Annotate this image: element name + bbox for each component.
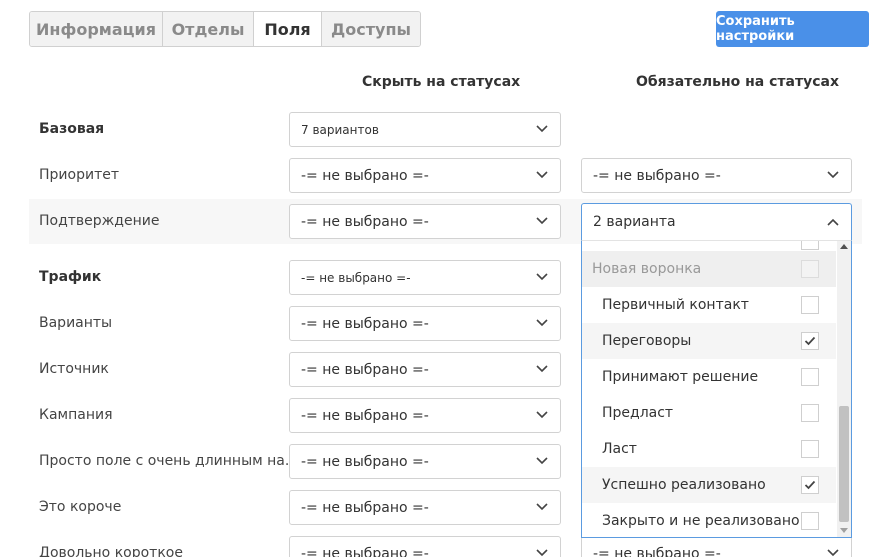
hide-select-rather-short[interactable]: -= не выбрано =- — [289, 536, 561, 557]
dropdown-option[interactable]: Предласт — [582, 395, 836, 431]
select-value: -= не выбрано =- — [301, 270, 411, 285]
dropdown-option-label: Первичный контакт — [602, 297, 749, 313]
chevron-down-icon — [536, 365, 548, 373]
dropdown-option[interactable]: Первичный контакт — [582, 287, 836, 323]
select-value: -= не выбрано =- — [301, 361, 429, 378]
checkbox[interactable] — [801, 368, 819, 386]
hide-select-basic[interactable]: 7 вариантов — [289, 112, 561, 147]
dropdown-option-label: Закрыто и не реализовано — [602, 513, 800, 529]
hide-select-variants[interactable]: -= не выбрано =- — [289, 306, 561, 341]
hide-select-traffic[interactable]: -= не выбрано =- — [289, 260, 561, 295]
field-label-long-name: Просто поле с очень длинным на... — [39, 453, 299, 469]
chevron-down-icon — [827, 171, 839, 179]
save-settings-button[interactable]: Сохранить настройки — [716, 11, 869, 47]
select-value: -= не выбрано =- — [301, 315, 429, 332]
select-value: -= не выбрано =- — [593, 545, 721, 557]
dropdown-option-label: Предласт — [602, 405, 674, 421]
hide-select-shorter[interactable]: -= не выбрано =- — [289, 490, 561, 525]
column-header-hide: Скрыть на статусах — [362, 74, 521, 90]
checkmark-icon — [804, 336, 816, 346]
dropdown-option[interactable]: Принимают решение — [582, 359, 836, 395]
tab-information[interactable]: Информация — [30, 12, 163, 46]
dropdown-group-header: Новая воронка — [582, 251, 836, 287]
select-value: -= не выбрано =- — [301, 453, 429, 470]
select-value: -= не выбрано =- — [301, 545, 429, 557]
field-label-source: Источник — [39, 361, 109, 377]
chevron-down-icon — [536, 125, 548, 133]
chevron-down-icon — [536, 217, 548, 225]
tab-bar: Информация Отделы Поля Доступы — [29, 11, 421, 47]
tab-fields[interactable]: Поля — [254, 12, 322, 46]
chevron-down-icon — [536, 171, 548, 179]
field-label-priority: Приоритет — [39, 167, 119, 183]
field-label-shorter: Это короче — [39, 499, 122, 515]
chevron-down-icon — [536, 411, 548, 419]
select-value: 7 вариантов — [301, 122, 379, 137]
required-select-confirmation[interactable]: 2 варианта — [581, 203, 852, 240]
tab-departments[interactable]: Отделы — [163, 12, 254, 46]
chevron-down-icon — [536, 273, 548, 281]
dropdown-scrollbar[interactable] — [837, 241, 851, 537]
field-label-confirmation: Подтверждение — [39, 213, 160, 229]
required-select-rather-short[interactable]: -= не выбрано =- — [581, 536, 852, 557]
select-value: -= не выбрано =- — [301, 167, 429, 184]
dropdown-option[interactable]: Переговоры — [582, 323, 836, 359]
checkbox[interactable] — [801, 512, 819, 530]
select-value: -= не выбрано =- — [593, 167, 721, 184]
chevron-down-icon — [536, 549, 548, 557]
checkbox[interactable] — [801, 440, 819, 458]
dropdown-option-label: Успешно реализовано — [602, 477, 766, 493]
hide-select-source[interactable]: -= не выбрано =- — [289, 352, 561, 387]
scroll-up-arrow-icon[interactable] — [840, 244, 848, 249]
checkbox[interactable] — [801, 296, 819, 314]
select-value: 2 варианта — [593, 214, 676, 230]
select-value: -= не выбрано =- — [301, 499, 429, 516]
dropdown-option[interactable]: Успешно реализовано — [582, 467, 836, 503]
checkmark-icon — [804, 480, 816, 490]
hide-select-priority[interactable]: -= не выбрано =- — [289, 158, 561, 193]
checkbox[interactable] — [801, 476, 819, 494]
chevron-down-icon — [827, 549, 839, 557]
chevron-down-icon — [536, 457, 548, 465]
field-label-traffic: Трафик — [39, 269, 102, 285]
field-label-basic: Базовая — [39, 121, 105, 137]
dropdown-option[interactable]: Ласт — [582, 431, 836, 467]
hide-select-campaign[interactable]: -= не выбрано =- — [289, 398, 561, 433]
column-header-required: Обязательно на статусах — [636, 74, 839, 90]
checkbox — [801, 260, 819, 278]
dropdown-option-label: Переговоры — [602, 333, 692, 349]
dropdown-option-label: Принимают решение — [602, 369, 759, 385]
dropdown-option-label: Ласт — [602, 441, 637, 457]
dropdown-options-panel: Новая воронка Первичный контакт Перегово… — [581, 240, 852, 538]
hide-select-confirmation[interactable]: -= не выбрано =- — [289, 204, 561, 239]
checkbox — [801, 241, 819, 250]
chevron-down-icon — [536, 319, 548, 327]
chevron-up-icon — [827, 218, 839, 226]
select-value: -= не выбрано =- — [301, 213, 429, 230]
dropdown-option[interactable]: Закрыто и не реализовано — [582, 503, 836, 537]
field-label-rather-short: Довольно короткое — [39, 545, 183, 557]
field-label-campaign: Кампания — [39, 407, 113, 423]
field-label-variants: Варианты — [39, 315, 113, 331]
dropdown-option-label: Новая воронка — [592, 261, 702, 277]
tab-access[interactable]: Доступы — [322, 12, 420, 46]
scroll-down-arrow-icon[interactable] — [840, 528, 848, 533]
required-select-priority[interactable]: -= не выбрано =- — [581, 158, 852, 193]
chevron-down-icon — [536, 503, 548, 511]
select-value: -= не выбрано =- — [301, 407, 429, 424]
scrollbar-thumb[interactable] — [839, 406, 849, 522]
checkbox[interactable] — [801, 404, 819, 422]
hide-select-long-name[interactable]: -= не выбрано =- — [289, 444, 561, 479]
checkbox[interactable] — [801, 332, 819, 350]
